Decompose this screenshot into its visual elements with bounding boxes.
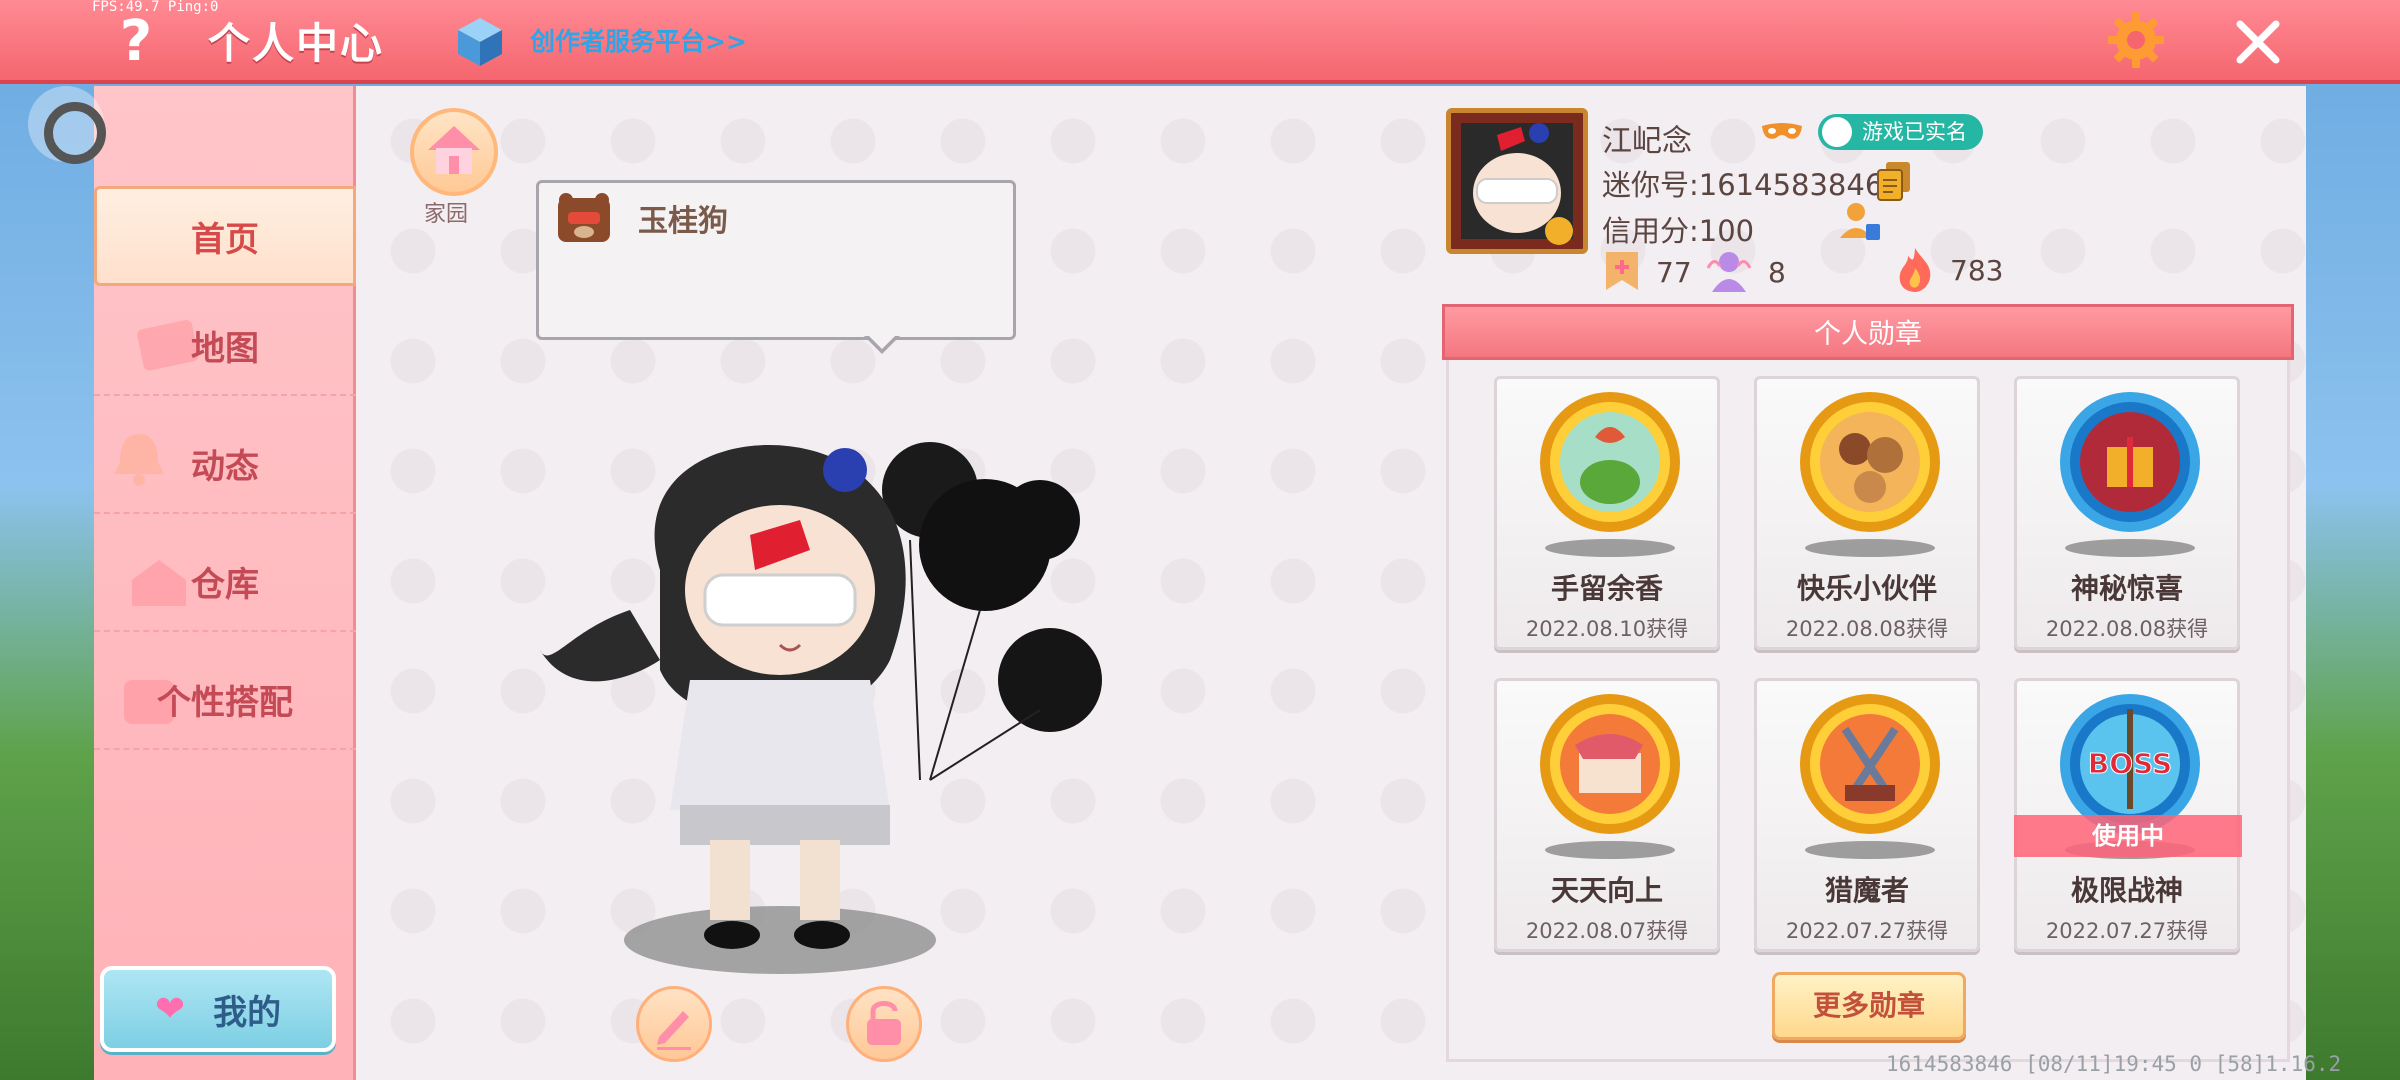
medal-card[interactable]: 猎魔者 2022.07.27获得 [1754, 678, 1980, 952]
medal-card[interactable]: BOSS 使用中 极限战神 2022.07.27获得 [2014, 678, 2242, 952]
medal-swords-icon [1800, 694, 1940, 834]
medal-crocodile-icon [1540, 694, 1680, 834]
medal-shadow [2065, 539, 2195, 557]
avatar-character[interactable] [510, 410, 1130, 980]
sidebar-item-warehouse[interactable]: 仓库 [94, 532, 356, 632]
stat-value-3: 783 [1950, 254, 2004, 287]
record-button[interactable] [28, 86, 106, 164]
mask-icon[interactable] [1760, 120, 1804, 146]
verified-user-icon [1822, 117, 1852, 147]
in-use-badge: 使用中 [2014, 815, 2242, 857]
heart-icon: ❤ [154, 988, 186, 1030]
medal-shadow [1805, 539, 1935, 557]
sidebar-item-dynamic[interactable]: 动态 [94, 414, 356, 514]
stat-value-1: 77 [1656, 256, 1692, 289]
sidebar-item-map[interactable]: 地图 [94, 296, 356, 396]
gear-icon[interactable] [2104, 8, 2168, 72]
medal-card[interactable]: 手留余香 2022.08.10获得 [1494, 376, 1720, 650]
medal-header-title: 个人勋章 [1814, 319, 1922, 350]
realname-badge: 游戏已实名 [1818, 114, 1983, 150]
profile-avatar[interactable] [1446, 108, 1588, 254]
sidebar-item-outfit[interactable]: 个性搭配 [94, 650, 356, 750]
warehouse-icon [132, 560, 186, 606]
sidebar-item-label: 首页 [191, 219, 259, 260]
unlock-button[interactable] [846, 986, 922, 1062]
medal-gift-icon [2060, 392, 2200, 532]
pet-name: 玉桂狗 [638, 204, 728, 239]
page-title: 个人中心 [208, 19, 385, 68]
sidebar-item-label: 动态 [191, 446, 259, 487]
unlock-icon [867, 1001, 901, 1045]
more-medals-button[interactable]: 更多勋章 [1772, 972, 1966, 1040]
medal-date: 2022.08.08获得 [1785, 617, 1949, 641]
fans-icon [1706, 252, 1752, 292]
medal-name: 极限战神 [2070, 874, 2183, 907]
medal-name: 神秘惊喜 [2070, 572, 2183, 605]
medal-shadow [1545, 841, 1675, 859]
medal-friends-icon [1800, 392, 1940, 532]
close-icon[interactable] [2226, 10, 2290, 74]
medal-leaf-icon [1540, 392, 1680, 532]
mine-button[interactable]: ❤ 我的 [100, 966, 336, 1052]
stat-value-2: 8 [1768, 256, 1786, 289]
medal-card[interactable]: 快乐小伙伴 2022.08.08获得 [1754, 376, 1980, 650]
avatar-portrait [1461, 123, 1573, 245]
sidebar-item-home[interactable]: 首页 [94, 186, 356, 286]
realname-badge-text: 游戏已实名 [1862, 120, 1967, 144]
bell-icon [114, 434, 164, 486]
medal-shadow [1545, 539, 1675, 557]
creator-cube-icon[interactable] [452, 14, 508, 70]
medal-name: 手留余香 [1550, 572, 1663, 605]
house-icon [428, 126, 480, 174]
pencil-icon [657, 1011, 691, 1050]
sidebar-item-label: 地图 [191, 328, 259, 369]
medal-name: 快乐小伙伴 [1796, 572, 1937, 605]
home-button[interactable] [410, 108, 498, 196]
bear-pet-icon [558, 193, 610, 242]
medal-date: 2022.08.07获得 [1525, 919, 1689, 943]
medal-name: 猎魔者 [1824, 874, 1909, 907]
creator-platform-link[interactable]: 创作者服务平台>> [530, 22, 747, 58]
help-icon[interactable]: ? [108, 12, 164, 72]
medal-card[interactable]: 神秘惊喜 2022.08.08获得 [2014, 376, 2240, 650]
credit-score: 信用分:100 [1602, 214, 1755, 248]
home-label: 家园 [424, 202, 469, 227]
medal-card[interactable]: 天天向上 2022.08.07获得 [1494, 678, 1720, 952]
medal-date: 2022.07.27获得 [2045, 919, 2209, 943]
bubble-tail-inner [867, 334, 897, 349]
friend-icon[interactable] [1836, 198, 1882, 244]
edit-button[interactable] [636, 986, 712, 1062]
mine-label: 我的 [213, 992, 282, 1033]
medal-date: 2022.08.10获得 [1525, 617, 1689, 641]
medal-shadow [1805, 841, 1935, 859]
medal-date: 2022.07.27获得 [1785, 919, 1949, 943]
medal-date: 2022.08.08获得 [2045, 617, 2209, 641]
medal-boss-text: BOSS [2088, 747, 2172, 780]
fire-icon [1899, 248, 1931, 292]
profile-name: 江屺念 [1602, 124, 1692, 159]
sidebar-item-label: 仓库 [191, 564, 259, 605]
bookmark-plus-icon [1606, 252, 1638, 290]
copy-icon[interactable] [1876, 160, 1912, 202]
sidebar-item-label: 个性搭配 [157, 682, 293, 723]
medal-name: 天天向上 [1550, 874, 1663, 907]
footer-info: 1614583846 [08/11]19:45 0 [58]1.16.2 [1886, 1052, 2342, 1076]
